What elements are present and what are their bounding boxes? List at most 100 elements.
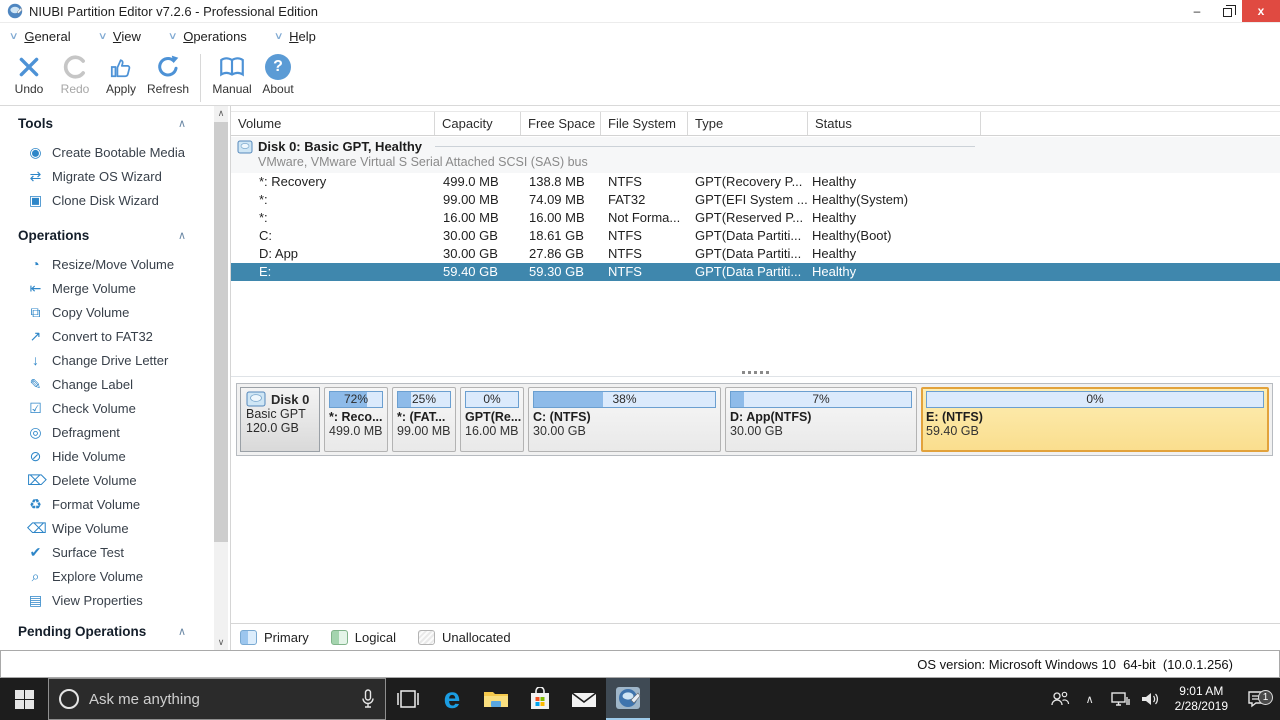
partition-block-recovery[interactable]: 72% *: Reco... 499.0 MB	[324, 387, 388, 452]
microphone-icon	[361, 689, 375, 709]
sidebar-item-change-drive-letter[interactable]: ↓ Change Drive Letter	[0, 348, 230, 372]
table-row[interactable]: D: App30.00 GB 27.86 GBNTFS GPT(Data Par…	[231, 245, 1280, 263]
sidebar-item-delete-volume[interactable]: ⌦ Delete Volume	[0, 468, 230, 492]
network-button[interactable]	[1107, 691, 1133, 707]
redo-button[interactable]: Redo	[52, 54, 98, 96]
menu-operations[interactable]: ∨ Operations	[169, 29, 247, 44]
partition-block-c[interactable]: 38% C: (NTFS) 30.00 GB	[528, 387, 721, 452]
taskbar: Ask me anything e	[0, 678, 1280, 720]
partition-block-reserved[interactable]: 0% GPT(Re... 16.00 MB	[460, 387, 524, 452]
sidebar-item-wipe-volume[interactable]: ⌫ Wipe Volume	[0, 516, 230, 540]
sidebar-item-surface-test[interactable]: ✔ Surface Test	[0, 540, 230, 564]
sidebar-item-view-properties[interactable]: ▤ View Properties	[0, 588, 230, 612]
volume-button[interactable]	[1137, 691, 1163, 707]
close-button[interactable]: x	[1242, 0, 1280, 22]
column-header-volume[interactable]: Volume	[231, 112, 435, 135]
column-header-status[interactable]: Status	[808, 112, 981, 135]
sidebar-item-hide-volume[interactable]: ⊘ Hide Volume	[0, 444, 230, 468]
usage-bar: 72%	[329, 391, 383, 408]
table-row[interactable]: *:16.00 MB 16.00 MBNot Forma... GPT(Rese…	[231, 209, 1280, 227]
sidebar-scrollbar[interactable]: ∧ ∨	[214, 106, 228, 650]
task-view-button[interactable]	[386, 678, 430, 720]
scrollbar-thumb[interactable]	[214, 122, 228, 542]
search-placeholder: Ask me anything	[89, 691, 351, 708]
minimize-button[interactable]: –	[1182, 0, 1212, 22]
disk-group-subtitle: VMware, VMware Virtual S Serial Attached…	[231, 155, 1280, 169]
disk-type: Basic GPT	[246, 407, 314, 421]
sidebar-item-defragment[interactable]: ◎ Defragment	[0, 420, 230, 444]
scroll-down-icon[interactable]: ∨	[214, 635, 228, 650]
column-header-type[interactable]: Type	[688, 112, 808, 135]
sidebar-item-resize-move-volume[interactable]: ◔ Resize/Move Volume	[0, 252, 230, 276]
menu-view[interactable]: ∨ View	[99, 29, 141, 44]
sidebar-item-format-volume[interactable]: ♻ Format Volume	[0, 492, 230, 516]
clock[interactable]: 9:01 AM 2/28/2019	[1167, 684, 1236, 714]
tray-overflow-button[interactable]: ∧	[1077, 693, 1103, 706]
cortana-icon	[59, 689, 79, 709]
undo-x-icon	[16, 54, 42, 80]
minimize-icon: –	[1194, 4, 1201, 18]
mail-icon	[571, 689, 597, 709]
restore-button[interactable]	[1212, 0, 1242, 22]
people-button[interactable]	[1047, 690, 1073, 708]
partition-block-e-selected[interactable]: 0% E: (NTFS) 59.40 GB	[921, 387, 1269, 452]
bootable-media-icon: ◉	[27, 144, 44, 161]
disk-group-row[interactable]: Disk 0: Basic GPT, Healthy VMware, VMwar…	[231, 137, 1280, 173]
section-header-operations[interactable]: Operations ∧	[0, 228, 230, 243]
sidebar-item-copy-volume[interactable]: ⧉ Copy Volume	[0, 300, 230, 324]
table-row-selected[interactable]: E:59.40 GB 59.30 GBNTFS GPT(Data Partiti…	[231, 263, 1280, 281]
sidebar-item-create-bootable-media[interactable]: ◉ Create Bootable Media	[0, 140, 230, 164]
niubi-app-button-active[interactable]	[606, 678, 650, 720]
manual-button[interactable]: Manual	[209, 54, 255, 96]
menu-help[interactable]: ∨ Help	[275, 29, 316, 44]
column-header-capacity[interactable]: Capacity	[435, 112, 521, 135]
edge-browser-button[interactable]: e	[430, 678, 474, 720]
disk-group-title: Disk 0: Basic GPT, Healthy	[258, 139, 422, 154]
section-header-pending-operations[interactable]: Pending Operations ∧	[0, 624, 230, 639]
disk-icon	[246, 391, 266, 407]
table-row[interactable]: *:99.00 MB 74.09 MBFAT32 GPT(EFI System …	[231, 191, 1280, 209]
disk-map: Disk 0 Basic GPT 120.0 GB 72% *: Reco...…	[236, 383, 1273, 456]
toolbar-separator	[200, 54, 201, 102]
sidebar-item-merge-volume[interactable]: ⇤ Merge Volume	[0, 276, 230, 300]
sidebar-item-convert-to-fat32[interactable]: ↗ Convert to FAT32	[0, 324, 230, 348]
file-explorer-icon	[483, 689, 509, 709]
sidebar: Tools ∧ ◉ Create Bootable Media ⇄ Migrat…	[0, 106, 230, 650]
undo-button[interactable]: Undo	[6, 54, 52, 96]
chevron-down-icon: ∨	[9, 31, 19, 42]
sidebar-item-explore-volume[interactable]: ⌕ Explore Volume	[0, 564, 230, 588]
usage-bar: 38%	[533, 391, 716, 408]
unallocated-swatch-icon	[418, 630, 435, 645]
cortana-search-box[interactable]: Ask me anything	[48, 678, 386, 720]
sidebar-item-change-label[interactable]: ✎ Change Label	[0, 372, 230, 396]
volume-rows: *: Recovery499.0 MB 138.8 MBNTFS GPT(Rec…	[231, 173, 1280, 281]
time-text: 9:01 AM	[1175, 684, 1228, 699]
file-explorer-button[interactable]	[474, 678, 518, 720]
surface-test-icon: ✔	[27, 544, 44, 561]
disk-info-block[interactable]: Disk 0 Basic GPT 120.0 GB	[240, 387, 320, 452]
sidebar-item-migrate-os-wizard[interactable]: ⇄ Migrate OS Wizard	[0, 164, 230, 188]
action-center-button[interactable]: 1	[1240, 690, 1274, 708]
scroll-up-icon[interactable]: ∧	[214, 106, 228, 121]
table-row[interactable]: *: Recovery499.0 MB 138.8 MBNTFS GPT(Rec…	[231, 173, 1280, 191]
store-button[interactable]	[518, 678, 562, 720]
niubi-app-icon	[614, 685, 642, 711]
redo-c-icon	[62, 54, 88, 80]
start-button[interactable]	[0, 678, 48, 720]
partition-block-d[interactable]: 7% D: App(NTFS) 30.00 GB	[725, 387, 917, 452]
column-header-file-system[interactable]: File System	[601, 112, 688, 135]
mail-button[interactable]	[562, 678, 606, 720]
section-header-tools[interactable]: Tools ∧	[0, 116, 230, 131]
close-icon: x	[1258, 4, 1265, 18]
sidebar-item-clone-disk-wizard[interactable]: ▣ Clone Disk Wizard	[0, 188, 230, 212]
partition-block-efi[interactable]: 25% *: (FAT... 99.00 MB	[392, 387, 456, 452]
table-row[interactable]: C:30.00 GB 18.61 GBNTFS GPT(Data Partiti…	[231, 227, 1280, 245]
column-header-free-space[interactable]: Free Space	[521, 112, 601, 135]
about-button[interactable]: ? About	[255, 54, 301, 96]
merge-volume-icon: ⇤	[27, 280, 44, 297]
refresh-button[interactable]: Refresh	[144, 54, 192, 96]
copy-volume-icon: ⧉	[27, 304, 44, 321]
sidebar-item-check-volume[interactable]: ☑ Check Volume	[0, 396, 230, 420]
apply-button[interactable]: Apply	[98, 54, 144, 96]
menu-general[interactable]: ∨ General	[10, 29, 71, 44]
